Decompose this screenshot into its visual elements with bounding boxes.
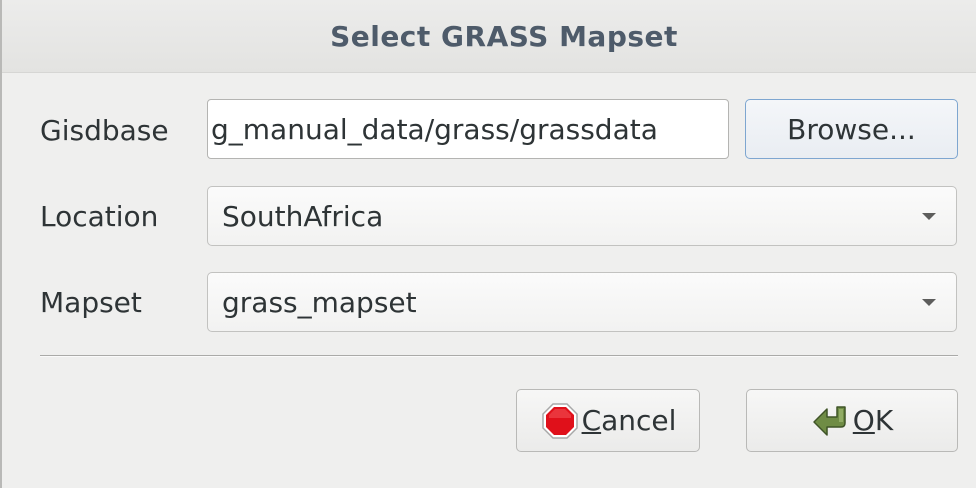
location-selected-value: SouthAfrica [222,199,384,233]
ok-button-label: OK [852,404,894,437]
cancel-button-label: Cancel [581,404,677,437]
select-grass-mapset-dialog: Select GRASS Mapset Gisdbase Browse... L… [0,0,976,488]
browse-button[interactable]: Browse... [745,99,958,159]
gisdbase-field[interactable] [207,99,729,159]
gisdbase-input[interactable] [208,112,728,146]
dialog-titlebar[interactable]: Select GRASS Mapset [2,0,976,73]
location-dropdown[interactable]: SouthAfrica [207,186,957,246]
cancel-button[interactable]: Cancel [516,389,700,452]
browse-button-label: Browse... [787,112,916,146]
stop-icon [540,401,580,441]
mapset-label: Mapset [40,286,142,319]
location-label: Location [40,200,159,233]
separator [40,355,958,357]
chevron-down-icon [922,298,936,306]
mapset-selected-value: grass_mapset [222,285,417,319]
mapset-dropdown[interactable]: grass_mapset [207,272,957,332]
ok-button[interactable]: OK [746,389,958,452]
return-arrow-icon [811,403,851,439]
gisdbase-label: Gisdbase [40,114,169,147]
dialog-title: Select GRASS Mapset [330,19,678,53]
chevron-down-icon [922,212,936,220]
